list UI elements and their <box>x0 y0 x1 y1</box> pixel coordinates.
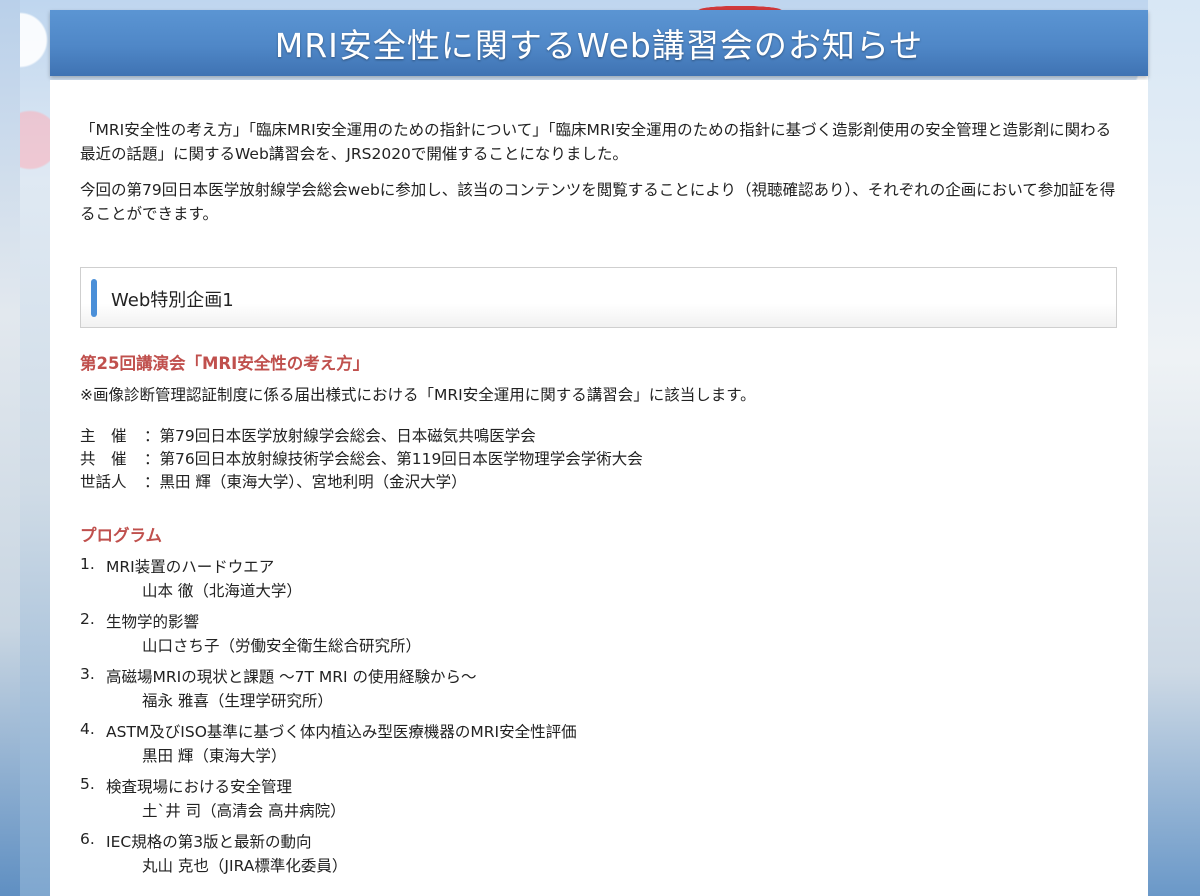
program-item: 6. IEC規格の第3版と最新の動向 丸山 克也（JIRA標準化委員） <box>80 828 1080 883</box>
program-item: 5. 検査現場における安全管理 土`井 司（高清会 高井病院） <box>80 773 1080 828</box>
section-header-label: Web特別企画1 <box>111 290 234 311</box>
background-decoration-right <box>1148 0 1200 896</box>
lecture-title: 第25回講演会「MRI安全性の考え方」 <box>80 354 370 373</box>
program-item-speaker: 山口さち子（労働安全衛生総合研究所） <box>142 637 422 655</box>
program-item: 3. 高磁場MRIの現状と課題 ～7T MRI の使用経験から～ 福永 雅喜（生… <box>80 663 1080 718</box>
lecture-note: ※画像診断管理認証制度に係る届出様式における「MRI安全運用に関する講習会」に該… <box>80 386 756 404</box>
background-decoration-left <box>0 0 20 896</box>
program-item-title: 検査現場における安全管理 <box>106 778 293 796</box>
intro-paragraph-2: 今回の第79回日本医学放射線学会総会webに参加し、該当のコンテンツを閲覧するこ… <box>80 181 1116 223</box>
organizer-row: 主 催 ：第79回日本医学放射線学会総会、日本磁気共鳴医学会 <box>80 425 980 448</box>
organizer-value: ：第76回日本放射線技術学会総会、第119回日本医学物理学会学術大会 <box>144 450 643 468</box>
program-item-number: 5. <box>80 775 95 793</box>
organizer-role: 共 催 <box>80 450 127 468</box>
page-title: MRI安全性に関するWeb講習会のお知らせ <box>274 26 924 65</box>
section-accent-bar <box>91 279 97 317</box>
program-item-speaker: 福永 雅喜（生理学研究所） <box>142 692 333 710</box>
program-item-title: 生物学的影響 <box>106 613 200 631</box>
content-card: 「MRI安全性の考え方」「臨床MRI安全運用のための指針について」「臨床MRI安… <box>50 80 1148 896</box>
organizers-list: 主 催 ：第79回日本医学放射線学会総会、日本磁気共鳴医学会 共 催 ：第76回… <box>80 425 980 494</box>
program-item-speaker: 山本 徹（北海道大学） <box>142 582 302 600</box>
program-item-number: 4. <box>80 720 95 738</box>
organizer-role: 世話人 <box>80 473 127 491</box>
program-item-number: 6. <box>80 830 95 848</box>
program-item-number: 2. <box>80 610 95 628</box>
program-item-number: 1. <box>80 555 95 573</box>
program-item-speaker: 土`井 司（高清会 高井病院） <box>142 802 346 820</box>
program-item-speaker: 丸山 克也（JIRA標準化委員） <box>142 857 348 875</box>
section-header-box: Web特別企画1 <box>80 267 1117 328</box>
organizer-value: ：第79回日本医学放射線学会総会、日本磁気共鳴医学会 <box>144 427 536 445</box>
program-item: 2. 生物学的影響 山口さち子（労働安全衛生総合研究所） <box>80 608 1080 663</box>
page-header-banner: MRI安全性に関するWeb講習会のお知らせ <box>50 10 1148 76</box>
organizer-row: 共 催 ：第76回日本放射線技術学会総会、第119回日本医学物理学会学術大会 <box>80 448 980 471</box>
program-item-title: MRI装置のハードウエア <box>106 558 275 576</box>
program-item-title: 高磁場MRIの現状と課題 ～7T MRI の使用経験から～ <box>106 668 477 686</box>
program-item-title: ASTM及びISO基準に基づく体内植込み型医療機器のMRI安全性評価 <box>106 723 577 741</box>
program-item: 4. ASTM及びISO基準に基づく体内植込み型医療機器のMRI安全性評価 黒田… <box>80 718 1080 773</box>
program-item-number: 3. <box>80 665 95 683</box>
program-heading: プログラム <box>80 526 163 545</box>
program-item-title: IEC規格の第3版と最新の動向 <box>106 833 312 851</box>
program-item: 1. MRI装置のハードウエア 山本 徹（北海道大学） <box>80 553 1080 608</box>
organizer-role: 主 催 <box>80 427 127 445</box>
program-list: 1. MRI装置のハードウエア 山本 徹（北海道大学） 2. 生物学的影響 山口… <box>80 553 1080 883</box>
intro-paragraph-1: 「MRI安全性の考え方」「臨床MRI安全運用のための指針について」「臨床MRI安… <box>80 121 1112 163</box>
organizer-row: 世話人 ：黒田 輝（東海大学）、宮地利明（金沢大学） <box>80 471 980 494</box>
program-item-speaker: 黒田 輝（東海大学） <box>142 747 287 765</box>
organizer-value: ：黒田 輝（東海大学）、宮地利明（金沢大学） <box>144 473 467 491</box>
